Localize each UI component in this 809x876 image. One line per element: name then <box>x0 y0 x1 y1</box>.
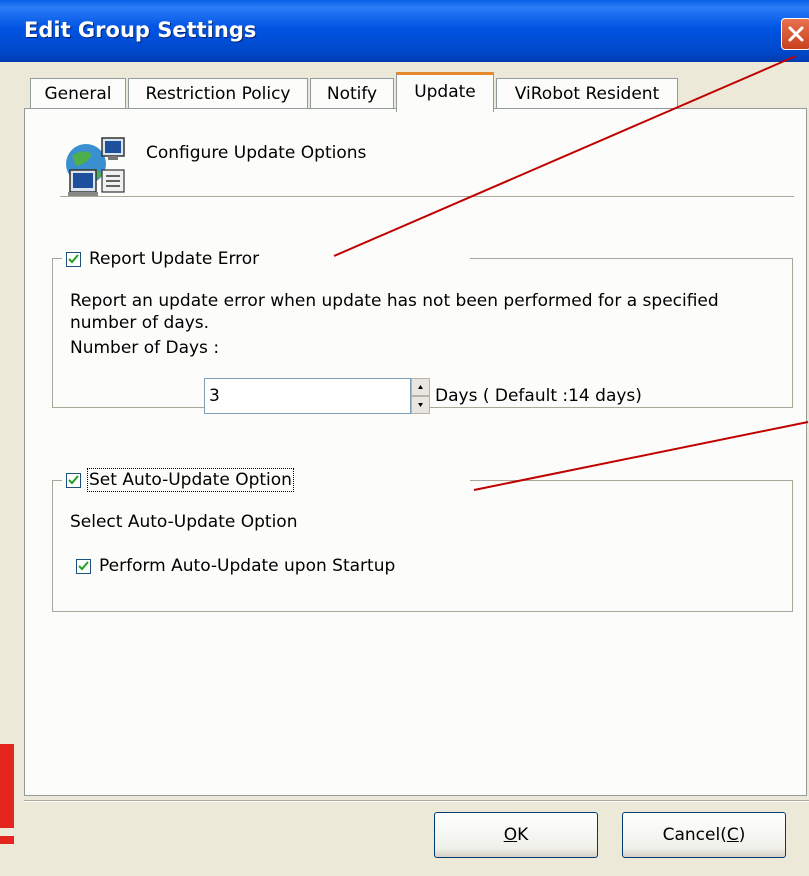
report-update-label[interactable]: Report Update Error <box>89 249 259 269</box>
side-highlight-block <box>0 744 14 828</box>
title-bar[interactable]: Edit Group Settings <box>0 0 809 62</box>
startup-checkbox[interactable] <box>76 558 91 574</box>
days-input[interactable] <box>204 378 411 414</box>
tab-restriction-policy[interactable]: Restriction Policy <box>128 78 308 110</box>
tab-panel <box>24 108 807 796</box>
tab-virobot-resident[interactable]: ViRobot Resident <box>496 78 678 110</box>
cancel-mnemonic: C <box>726 825 739 845</box>
days-spinner[interactable] <box>411 378 430 414</box>
tab-update[interactable]: Update <box>396 72 494 112</box>
startup-label[interactable]: Perform Auto-Update upon Startup <box>99 556 395 576</box>
cancel-prefix: Cancel( <box>662 825 727 845</box>
auto-update-label[interactable]: Set Auto-Update Option <box>87 468 294 492</box>
ok-mnemonic: O <box>503 825 518 845</box>
footer-separator <box>24 800 809 802</box>
auto-update-legend: Set Auto-Update Option <box>62 467 470 493</box>
auto-update-group <box>52 480 793 612</box>
network-computers-icon <box>66 137 125 198</box>
window-title: Edit Group Settings <box>24 18 257 42</box>
report-update-checkbox[interactable] <box>66 251 81 267</box>
auto-update-checkbox[interactable] <box>66 472 81 488</box>
arrow-up-icon <box>418 385 423 389</box>
arrow-down-icon <box>418 403 423 407</box>
tab-general[interactable]: General <box>30 78 126 110</box>
ok-rest: K <box>517 825 529 845</box>
days-label: Number of Days : <box>70 338 220 358</box>
cancel-button[interactable]: Cancel(C) <box>622 812 786 858</box>
spin-down-button[interactable] <box>411 396 430 414</box>
days-suffix: Days ( Default :14 days) <box>435 386 642 406</box>
startup-option: Perform Auto-Update upon Startup <box>76 556 395 576</box>
side-highlight-block-small <box>0 836 14 844</box>
report-description: Report an update error when update has n… <box>70 291 719 333</box>
checkmark-icon <box>78 560 89 570</box>
header-separator <box>60 196 794 198</box>
checkmark-icon <box>68 474 79 484</box>
dialog-window: Edit Group Settings General Restriction … <box>0 0 809 876</box>
header-title: Configure Update Options <box>146 143 367 163</box>
cancel-rest: ) <box>738 825 746 845</box>
checkmark-icon <box>68 253 79 263</box>
tab-notify[interactable]: Notify <box>310 78 394 110</box>
close-icon <box>788 26 804 42</box>
report-update-legend: Report Update Error <box>62 246 470 272</box>
spin-up-button[interactable] <box>411 378 430 396</box>
close-button[interactable] <box>781 18 809 50</box>
ok-button[interactable]: OK <box>434 812 598 858</box>
select-auto-update-label: Select Auto-Update Option <box>70 512 298 532</box>
